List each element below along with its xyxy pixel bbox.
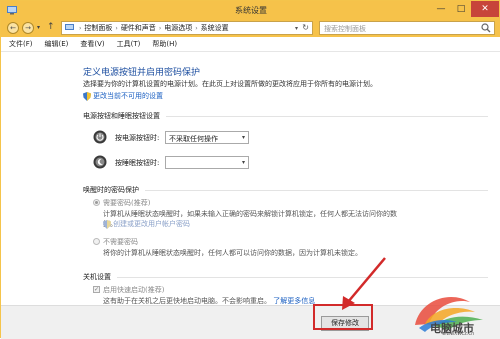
fast-startup-checkbox[interactable]: ✓ <box>93 286 100 293</box>
menu-bar: 文件(F) 编辑(E) 查看(V) 工具(T) 帮助(H) <box>1 37 500 51</box>
menu-tools[interactable]: 工具(T) <box>117 39 141 49</box>
recent-dropdown-icon[interactable]: ▾ <box>37 24 40 31</box>
sleep-button-label: 按睡眠按钮时: <box>115 159 160 167</box>
watermark-url: www.twcz.cn <box>442 331 475 337</box>
control-panel-small-icon <box>65 24 74 30</box>
close-button[interactable]: ✕ <box>471 1 499 17</box>
chevron-right-icon: › <box>115 24 118 32</box>
create-password-link[interactable]: 创建或更改用户帐户密码 <box>103 219 190 229</box>
change-unavailable-settings-label[interactable]: 更改当前不可用的设置 <box>93 91 163 101</box>
up-arrow-icon[interactable]: ↑ <box>47 22 55 32</box>
sleep-button-icon <box>93 155 107 169</box>
minimize-button[interactable]: — <box>431 1 451 17</box>
no-password-label: 不需要密码 <box>103 238 138 246</box>
menu-help[interactable]: 帮助(H) <box>152 39 177 49</box>
uac-shield-icon <box>103 219 111 229</box>
section-power-buttons-title: 电源按钮和睡眠按钮设置 <box>83 111 488 121</box>
breadcrumb[interactable]: › 控制面板 › 硬件和声音 › 电源选项 › 系统设置 ▾ ↻ <box>61 21 313 35</box>
fast-startup-label: 启用快速启动(推荐) <box>103 286 165 294</box>
menu-view[interactable]: 查看(V) <box>80 39 104 49</box>
search-icon[interactable] <box>481 23 491 33</box>
power-button-action-select[interactable]: 不采取任何操作 ▾ <box>165 131 249 144</box>
require-password-label: 需要密码(推荐) <box>103 199 151 207</box>
sleep-button-action-select[interactable]: ▾ <box>165 156 249 169</box>
search-input[interactable]: 搜索控制面板 <box>319 21 495 35</box>
breadcrumb-item[interactable]: 硬件和声音 <box>121 23 156 33</box>
breadcrumb-item[interactable]: 系统设置 <box>201 23 229 33</box>
menu-edit[interactable]: 编辑(E) <box>45 39 69 49</box>
page-title: 定义电源按钮并启用密码保护 <box>83 68 201 78</box>
power-button-label: 按电源按钮时: <box>115 134 160 142</box>
change-unavailable-settings-link[interactable]: 更改当前不可用的设置 <box>83 91 163 101</box>
chevron-right-icon: › <box>158 24 162 32</box>
learn-more-link[interactable]: 了解更多信息 <box>273 297 315 305</box>
forward-arrow-icon[interactable]: → <box>22 22 34 34</box>
no-password-description: 将你的计算机从睡眠状态唤醒时，任何人都可以访问你的数据，因为计算机未锁定。 <box>103 249 362 257</box>
annotation-highlight-box <box>313 304 373 330</box>
chevron-right-icon: › <box>195 24 198 32</box>
breadcrumb-item[interactable]: 控制面板 <box>84 23 112 33</box>
chevron-down-icon: ▾ <box>241 159 245 166</box>
chevron-down-icon[interactable]: ▾ <box>295 25 298 32</box>
window-title: 系统设置 <box>235 6 267 15</box>
title-bar[interactable]: 系统设置 — □ ✕ <box>1 1 500 19</box>
maximize-button[interactable]: □ <box>451 1 471 17</box>
page-description: 选择要为你的计算机设置的电源计划。在此页上对设置所做的更改将应用于你所有的电源计… <box>83 80 377 88</box>
no-password-radio[interactable] <box>93 238 100 245</box>
chevron-right-icon: › <box>79 24 82 32</box>
chevron-down-icon: ▾ <box>241 134 245 141</box>
section-password-title: 唤醒时的密码保护 <box>83 185 488 195</box>
breadcrumb-item[interactable]: 电源选项 <box>164 23 192 33</box>
main-content: 定义电源按钮并启用密码保护 选择要为你的计算机设置的电源计划。在此页上对设置所做… <box>1 51 500 305</box>
back-arrow-icon[interactable]: ← <box>7 22 19 34</box>
search-placeholder: 搜索控制面板 <box>324 25 366 33</box>
require-password-radio[interactable] <box>93 199 100 206</box>
power-button-icon <box>93 130 107 144</box>
refresh-icon[interactable]: ↻ <box>302 23 309 32</box>
address-bar: ← → ▾ ↑ › 控制面板 › 硬件和声音 › 电源选项 › 系统设置 ▾ ↻… <box>1 19 500 37</box>
uac-shield-icon <box>83 91 91 101</box>
menu-file[interactable]: 文件(F) <box>9 39 33 49</box>
